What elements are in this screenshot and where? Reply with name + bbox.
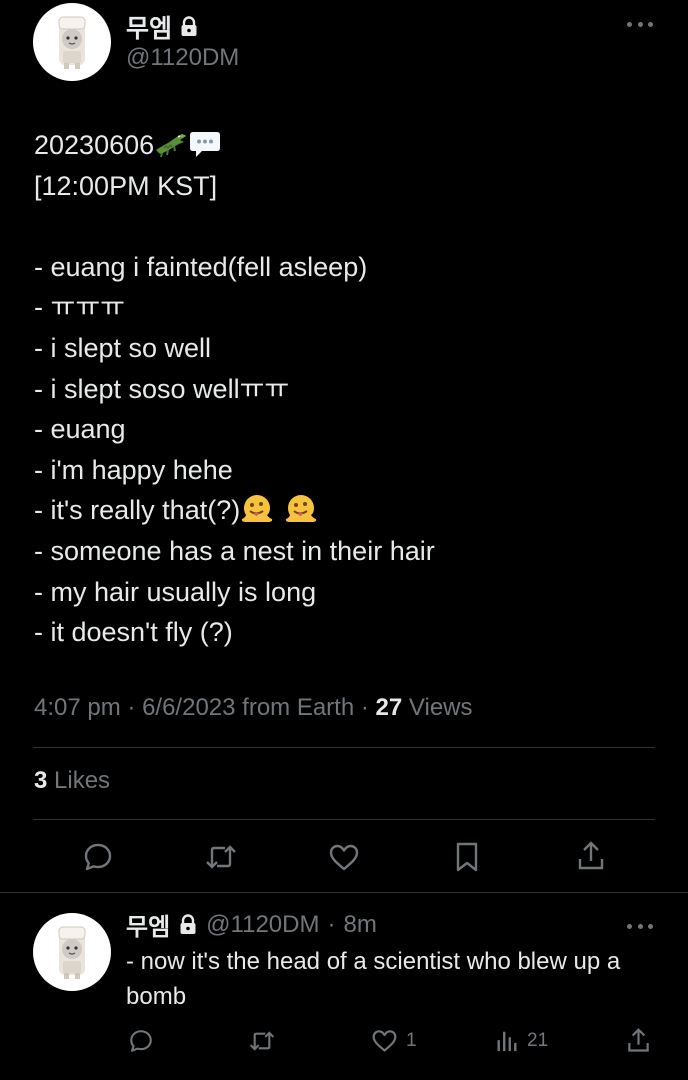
heart-icon	[329, 844, 359, 871]
more-dot	[627, 21, 632, 27]
avatar[interactable]	[33, 3, 111, 81]
share-icon	[578, 841, 604, 870]
views-count[interactable]: 27	[376, 694, 403, 721]
tweet-line: - euang i fainted(fell asleep)	[34, 251, 368, 282]
reply-retweet-button[interactable]	[247, 1028, 277, 1054]
likes-label[interactable]: Likes	[54, 767, 110, 794]
reply-like-count: 1	[406, 1029, 417, 1051]
tweet-line: - it doesn't fly (?)	[34, 617, 233, 648]
tweet-date[interactable]: 6/6/2023	[142, 694, 235, 721]
reply-share-button[interactable]	[626, 1027, 651, 1054]
bookmark-button[interactable]	[454, 841, 480, 873]
tweet-text: 20230606 [12:00PM KST] - euang i fainted…	[34, 125, 654, 653]
reply-views-count: 21	[527, 1030, 549, 1051]
meta-separator: ·	[360, 694, 369, 721]
tweet-line: - ㅠㅠㅠ	[34, 292, 126, 323]
likes-count[interactable]: 3	[34, 767, 47, 794]
author-display-name[interactable]: 무엠	[126, 9, 172, 45]
bookmark-icon	[456, 842, 478, 872]
tweet-line: - i'm happy hehe	[34, 454, 233, 485]
tweet-line-text: - it's really that(?)	[34, 495, 241, 526]
tweet-source: from Earth	[242, 694, 355, 721]
tweet-line: - euang	[34, 414, 126, 445]
retweet-icon	[249, 1031, 275, 1051]
tweet-line: - it's really that(?)	[34, 490, 654, 531]
tweet-meta: 4:07 pm · 6/6/2023 from Earth · 27 Views	[34, 694, 473, 722]
reply-button[interactable]	[82, 841, 114, 873]
tweet-line: - my hair usually is long	[34, 576, 317, 607]
retweet-button[interactable]	[203, 841, 239, 873]
tweet-line: - i slept soso wellㅠㅠ	[34, 373, 290, 404]
reply-header: 무엠 @1120DM · 8m	[126, 907, 377, 942]
share-button[interactable]	[576, 840, 606, 872]
more-dot	[648, 923, 653, 929]
tweet-line: [12:00PM KST]	[34, 170, 218, 201]
speech-bubble-emoji	[188, 126, 222, 160]
author-name-row[interactable]: 무엠	[126, 9, 199, 45]
tweet-time[interactable]: 4:07 pm	[34, 694, 121, 721]
more-dot	[648, 21, 653, 27]
views-chart-icon	[497, 1031, 517, 1052]
reply-reply-button[interactable]	[128, 1028, 154, 1054]
author-handle[interactable]: @1120DM	[126, 44, 239, 72]
melting-face-emoji	[284, 491, 318, 525]
heart-icon	[372, 1030, 397, 1052]
reply-avatar[interactable]	[33, 913, 111, 991]
reply-like-button[interactable]: 1	[371, 1028, 417, 1053]
divider	[33, 747, 655, 748]
retweet-icon	[206, 845, 236, 869]
tweet-line: 20230606	[34, 125, 654, 166]
more-options-button[interactable]	[627, 20, 653, 28]
views-label[interactable]: Views	[409, 694, 473, 721]
reply-views-button[interactable]: 21	[495, 1028, 548, 1054]
likes-stat[interactable]: 3 Likes	[34, 767, 110, 795]
reply-icon	[130, 1030, 152, 1052]
divider	[0, 892, 688, 893]
lock-icon	[178, 913, 198, 936]
tweet-line: - i slept so well	[34, 332, 212, 363]
crocodile-emoji	[154, 126, 188, 160]
lock-icon	[179, 16, 199, 38]
more-dot	[627, 923, 632, 929]
tweet-line-text: 20230606	[34, 130, 155, 160]
reply-handle[interactable]: @1120DM	[206, 911, 319, 939]
like-button[interactable]	[328, 842, 360, 872]
share-icon	[628, 1028, 649, 1052]
tweet-line: - someone has a nest in their hair	[34, 535, 435, 566]
reply-separator: ·	[327, 910, 336, 938]
reply-display-name[interactable]: 무엠	[126, 907, 170, 942]
reply-more-options-button[interactable]	[627, 922, 653, 930]
more-dot	[637, 923, 643, 929]
reply-text: - now it's the head of a scientist who b…	[126, 948, 621, 1010]
tweet-line	[34, 206, 654, 247]
melting-face-emoji	[240, 491, 274, 525]
divider	[33, 819, 655, 820]
reply-icon	[84, 843, 112, 871]
reply-time[interactable]: 8m	[343, 911, 376, 939]
more-dot	[637, 21, 643, 27]
meta-separator: ·	[127, 694, 136, 721]
